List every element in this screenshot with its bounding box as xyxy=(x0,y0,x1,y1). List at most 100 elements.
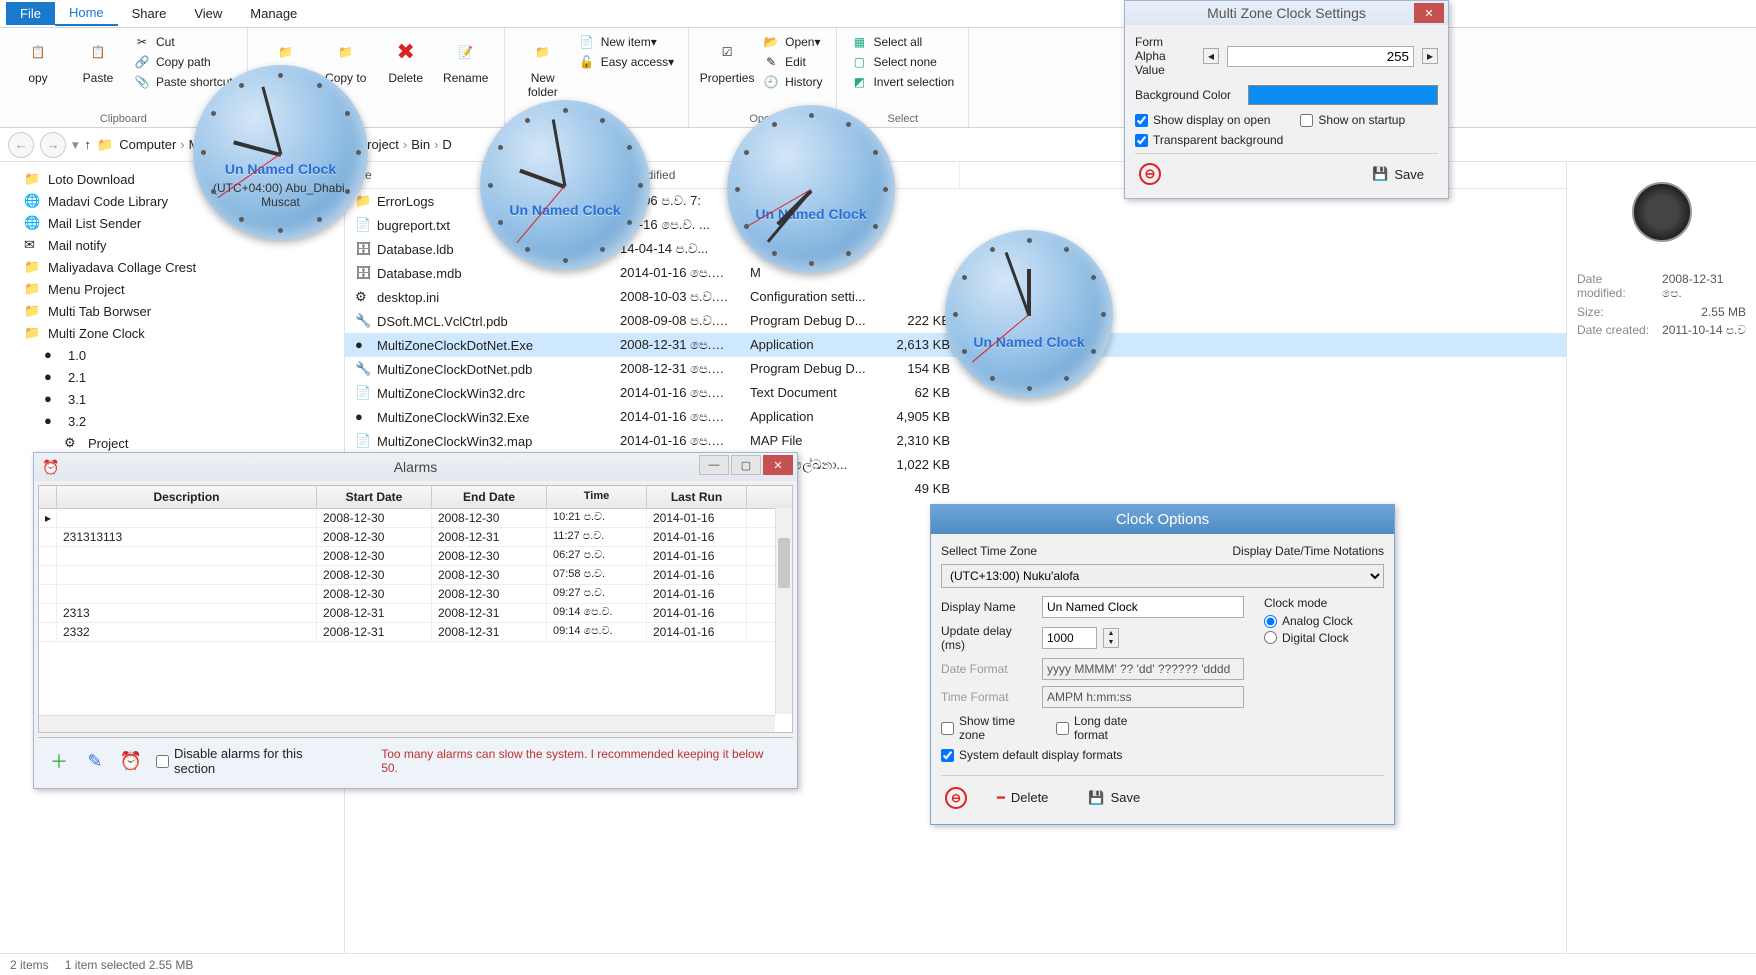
alarm-row[interactable]: 23322008-12-312008-12-3109:14 පෙ.ව.2014-… xyxy=(39,623,792,642)
newitem-button[interactable]: 📄New item ▾ xyxy=(573,32,680,52)
alarm-row[interactable]: 23132008-12-312008-12-3109:14 පෙ.ව.2014-… xyxy=(39,604,792,623)
tab-share[interactable]: Share xyxy=(118,2,181,25)
alarms-vscroll[interactable] xyxy=(775,508,792,714)
analog-clock-1[interactable]: Un Named Clock (UTC+04:00) Abu_Dhabi, Mu… xyxy=(193,65,368,240)
delay-input[interactable] xyxy=(1042,627,1097,649)
nav-forward-button[interactable]: → xyxy=(40,132,66,158)
alarms-grid: Description Start Date End Date Time Las… xyxy=(38,485,793,733)
analog-clock-3[interactable]: Un Named Clock xyxy=(727,105,895,273)
tree-item[interactable]: 📁Menu Project xyxy=(0,278,344,300)
tab-file[interactable]: File xyxy=(6,2,55,25)
sysdefault-checkbox[interactable]: System default display formats xyxy=(941,748,1122,762)
easyaccess-button[interactable]: 🔓Easy access ▾ xyxy=(573,52,680,72)
col-startdate[interactable]: Start Date xyxy=(317,486,432,508)
alarm-row[interactable]: 2008-12-302008-12-3007:58 ප.ව.2014-01-16 xyxy=(39,566,792,585)
settings-titlebar[interactable]: Multi Zone Clock Settings ✕ xyxy=(1125,1,1448,25)
col-description[interactable]: Description xyxy=(57,486,317,508)
file-row[interactable]: 📄MultiZoneClockWin32.drc2014-01-16 පෙ.ව.… xyxy=(345,381,1566,405)
clockopt-save-button[interactable]: 💾Save xyxy=(1078,786,1150,810)
showtz-checkbox[interactable]: Show time zone xyxy=(941,714,1036,742)
newfolder-button[interactable]: 📁New folder xyxy=(513,32,573,103)
delay-spinner[interactable]: ▲▼ xyxy=(1103,628,1119,648)
tree-icon: ● xyxy=(44,347,60,363)
alarms-hscroll[interactable] xyxy=(39,715,775,732)
tab-manage[interactable]: Manage xyxy=(236,2,311,25)
tree-item[interactable]: 📁Multi Zone Clock xyxy=(0,322,344,344)
showopen-checkbox[interactable]: Show display on open xyxy=(1135,113,1270,127)
file-row[interactable]: 🔧MultiZoneClockDotNet.pdb2008-12-31 පෙ.ව… xyxy=(345,357,1566,381)
alpha-input[interactable] xyxy=(1227,46,1414,67)
longdate-checkbox[interactable]: Long date format xyxy=(1056,714,1151,742)
settings-close-button[interactable]: ✕ xyxy=(1414,3,1444,23)
analog-clock-4[interactable]: Un Named Clock xyxy=(945,230,1113,398)
col-enddate[interactable]: End Date xyxy=(432,486,547,508)
tree-item[interactable]: ⚙Project xyxy=(0,432,344,454)
cut-button[interactable]: ✂Cut xyxy=(128,32,239,52)
clock-options-window: Clock Options Sellect Time Zone Display … xyxy=(930,504,1395,825)
timefmt-input xyxy=(1042,686,1244,708)
alpha-increment[interactable]: ▸ xyxy=(1422,48,1438,64)
alarm-row[interactable]: 2008-12-302008-12-3009:27 ප.ව.2014-01-16 xyxy=(39,585,792,604)
paste-button[interactable]: 📋Paste xyxy=(68,32,128,89)
nav-back-button[interactable]: ← xyxy=(8,132,34,158)
file-row[interactable]: 📄MultiZoneClockWin32.map2014-01-16 පෙ.ව.… xyxy=(345,429,1566,453)
path-icon: 🔗 xyxy=(134,54,150,70)
tab-home[interactable]: Home xyxy=(55,1,118,26)
settings-reset-button[interactable]: ⊖ xyxy=(1139,163,1161,185)
alarm-row[interactable]: 2008-12-302008-12-3006:27 ප.ව.2014-01-16 xyxy=(39,547,792,566)
transparent-checkbox[interactable]: Transparent background xyxy=(1135,133,1283,147)
open-button[interactable]: 📂Open ▾ xyxy=(757,32,828,52)
file-row[interactable]: ●MultiZoneClockWin32.Exe2014-01-16 පෙ.ව.… xyxy=(345,405,1566,429)
delete-button[interactable]: ✖Delete xyxy=(376,32,436,89)
analog-clock-2[interactable]: Un Named Clock xyxy=(480,100,650,270)
breadcrumb-segment[interactable]: Computer xyxy=(119,137,176,152)
clockopt-titlebar[interactable]: Clock Options xyxy=(931,505,1394,534)
alarm-row[interactable]: ▸2008-12-302008-12-3010:21 ප.ව.2014-01-1… xyxy=(39,509,792,528)
copypath-button[interactable]: 🔗Copy path xyxy=(128,52,239,72)
breadcrumb-segment[interactable]: Bin xyxy=(411,137,430,152)
alarms-min-button[interactable]: — xyxy=(699,455,729,475)
col-lastrun[interactable]: Last Run xyxy=(647,486,747,508)
startup-checkbox[interactable]: Show on startup xyxy=(1300,113,1405,127)
selectnone-button[interactable]: ▢Select none xyxy=(845,52,960,72)
history-button[interactable]: 🕘History xyxy=(757,72,828,92)
tree-item[interactable]: ●2.1 xyxy=(0,366,344,388)
invertselection-button[interactable]: ◩Invert selection xyxy=(845,72,960,92)
col-time[interactable]: Time xyxy=(547,486,647,508)
tree-icon: ● xyxy=(44,413,60,429)
tree-item[interactable]: 📁Maliyadava Collage Crest xyxy=(0,256,344,278)
analog-radio[interactable]: Analog Clock xyxy=(1264,614,1353,628)
tree-item[interactable]: ●3.2 xyxy=(0,410,344,432)
alarm-edit-button[interactable]: ✎ xyxy=(84,750,106,772)
dispname-input[interactable] xyxy=(1042,596,1244,618)
nav-dropdown[interactable]: ▾ xyxy=(72,137,79,153)
delay-label: Update delay (ms) xyxy=(941,624,1036,652)
ribbon-tabs: File Home Share View Manage xyxy=(0,0,1756,28)
properties-button[interactable]: ☑Properties xyxy=(697,32,757,89)
alarm-row[interactable]: 2313131132008-12-302008-12-3111:27 ප.ව.2… xyxy=(39,528,792,547)
bgcolor-picker[interactable] xyxy=(1248,85,1438,105)
tree-item[interactable]: 📁Multi Tab Borwser xyxy=(0,300,344,322)
clockopt-reset-button[interactable]: ⊖ xyxy=(945,787,967,809)
alarm-clock-button[interactable]: ⏰ xyxy=(120,750,142,772)
file-icon: ● xyxy=(355,409,371,425)
alarms-titlebar[interactable]: ⏰ Alarms — ▢ ✕ xyxy=(34,453,797,481)
alarm-add-button[interactable]: ＋ xyxy=(48,750,70,772)
alpha-decrement[interactable]: ◂ xyxy=(1203,48,1219,64)
tree-item[interactable]: ●1.0 xyxy=(0,344,344,366)
copy-button[interactable]: 📋opy xyxy=(8,32,68,89)
tab-view[interactable]: View xyxy=(180,2,236,25)
nav-up-button[interactable]: ↑ xyxy=(85,137,92,152)
clockopt-delete-button[interactable]: ━Delete xyxy=(987,786,1058,810)
tree-item[interactable]: ●3.1 xyxy=(0,388,344,410)
rename-button[interactable]: 📝Rename xyxy=(436,32,496,89)
timezone-select[interactable]: (UTC+13:00) Nuku'alofa xyxy=(941,564,1384,588)
edit-button[interactable]: ✎Edit xyxy=(757,52,828,72)
alarms-close-button[interactable]: ✕ xyxy=(763,455,793,475)
alarms-max-button[interactable]: ▢ xyxy=(731,455,761,475)
disable-alarms-checkbox[interactable]: Disable alarms for this section xyxy=(156,746,347,776)
digital-radio[interactable]: Digital Clock xyxy=(1264,631,1349,645)
settings-save-button[interactable]: 💾Save xyxy=(1362,162,1434,186)
breadcrumb-segment[interactable]: D xyxy=(442,137,451,152)
selectall-button[interactable]: ▦Select all xyxy=(845,32,960,52)
